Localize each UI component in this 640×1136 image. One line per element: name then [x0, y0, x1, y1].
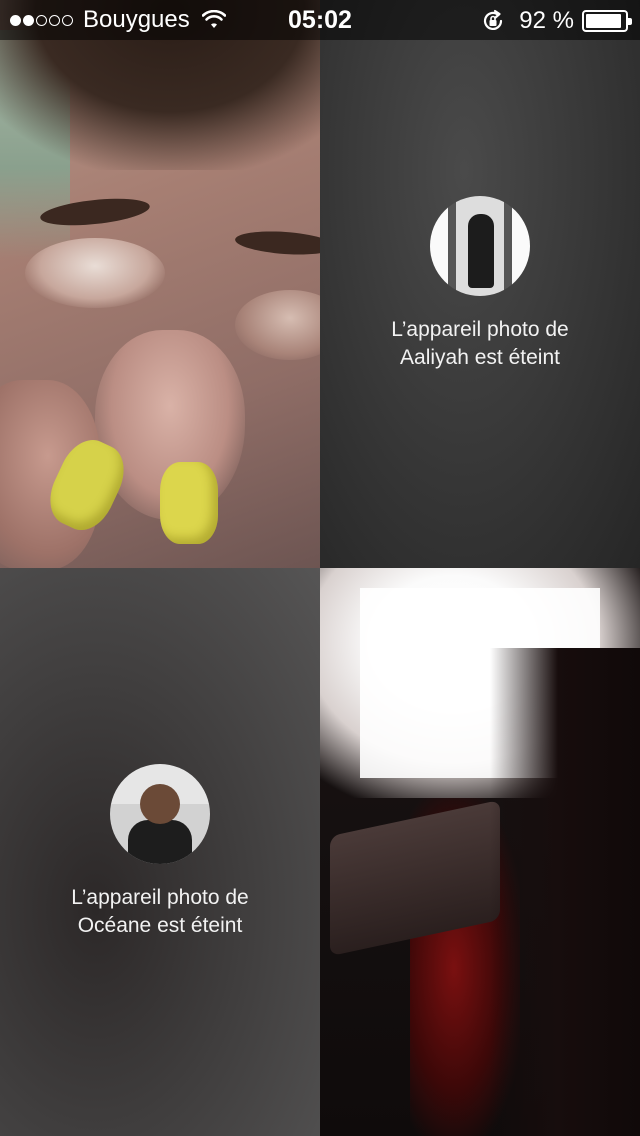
- video-frame-eye-right: [235, 290, 320, 360]
- avatar-head: [140, 784, 180, 824]
- avatar-aaliyah: [430, 196, 530, 296]
- video-call-grid: L’appareil photo de Aaliyah est éteint L…: [0, 0, 640, 1136]
- status-bar: Bouygues 05:02 92 %: [0, 0, 640, 40]
- video-frame-shadow: [490, 648, 640, 1136]
- camera-off-line1: L’appareil photo de: [391, 318, 569, 341]
- battery-cap: [628, 18, 632, 25]
- video-frame-earplug-right: [160, 462, 218, 544]
- camera-off-label-oceane: L’appareil photo de Océane est éteint: [0, 884, 320, 940]
- avatar-figure: [468, 214, 494, 288]
- avatar-body: [128, 820, 192, 864]
- participant-video-tile[interactable]: [320, 568, 640, 1136]
- battery-icon: [582, 10, 632, 32]
- camera-off-line2: Océane est éteint: [77, 914, 243, 937]
- rotation-lock-icon: [484, 9, 503, 30]
- status-right: 92 %: [481, 7, 632, 35]
- battery-fill: [586, 14, 621, 28]
- camera-off-line1: L’appareil photo de: [71, 886, 249, 909]
- participant-tile-aaliyah[interactable]: L’appareil photo de Aaliyah est éteint: [320, 0, 640, 568]
- video-frame-eye-left: [25, 238, 165, 308]
- camera-off-label-aaliyah: L’appareil photo de Aaliyah est éteint: [320, 316, 640, 372]
- avatar-oceane: [110, 764, 210, 864]
- video-frame-brow-right: [234, 228, 320, 258]
- self-video-tile[interactable]: [0, 0, 320, 568]
- battery-percent: 92 %: [519, 7, 574, 34]
- participant-tile-oceane[interactable]: L’appareil photo de Océane est éteint: [0, 568, 320, 1136]
- camera-off-line2: Aaliyah est éteint: [400, 346, 560, 369]
